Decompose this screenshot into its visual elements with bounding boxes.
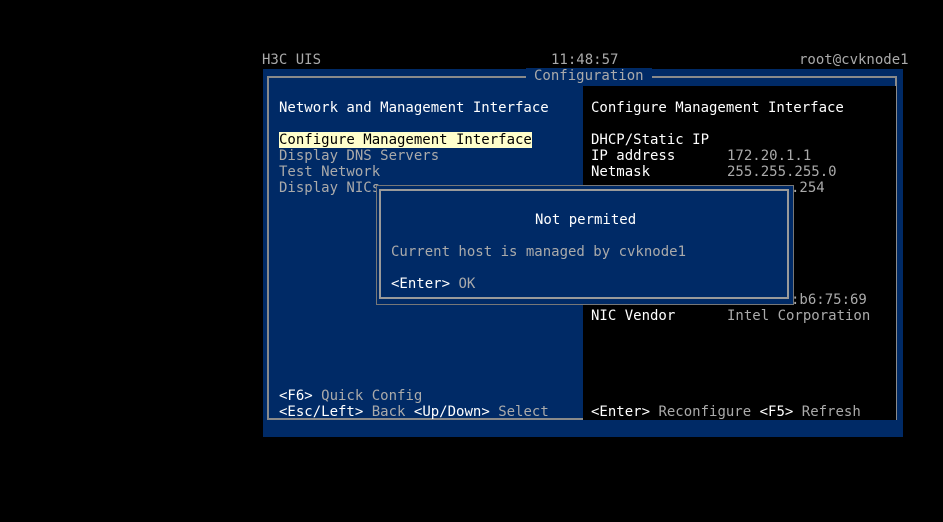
details-heading: Configure Management Interface	[591, 100, 844, 116]
netmask-label: Netmask	[591, 164, 651, 180]
dialog-title: Not permited	[535, 212, 637, 228]
mac-value-partial: :b6:75:69	[791, 292, 867, 308]
ip-address-value: 172.20.1.1	[727, 148, 812, 164]
window-title: Configuration	[526, 68, 652, 84]
f6-key: <F6>	[279, 388, 313, 404]
enter-key: <Enter>	[591, 404, 651, 420]
menu-item-display-dns-servers[interactable]: Display DNS Servers	[279, 148, 439, 164]
quick-config-label: Quick Config	[321, 388, 423, 404]
ok-label: OK	[458, 276, 476, 292]
quick-config-hint[interactable]: <F6> Quick Config	[279, 388, 422, 404]
netmask-value: 255.255.255.0	[727, 164, 837, 180]
refresh-label[interactable]: Refresh	[802, 404, 861, 420]
ip-address-label: IP address	[591, 148, 676, 164]
menu-item-test-network[interactable]: Test Network	[279, 164, 380, 180]
nic-vendor-value: Intel Corporation	[727, 308, 871, 324]
user-host: root@cvknode1	[799, 52, 909, 68]
product-name: H3C UIS	[262, 52, 322, 68]
clock: 11:48:57	[551, 52, 619, 68]
nic-vendor-label: NIC Vendor	[591, 308, 676, 324]
f5-key: <F5>	[759, 404, 794, 420]
dialog-ok-button[interactable]: <Enter> OK	[391, 276, 475, 292]
gateway-value-partial: .254	[791, 180, 825, 196]
menu-item-display-nics[interactable]: Display NICs	[279, 180, 380, 196]
menu-item-configure-management-interface[interactable]: Configure Management Interface	[279, 132, 532, 148]
dhcp-static-label: DHCP/Static IP	[591, 132, 710, 148]
enter-key-hint: <Enter>	[391, 276, 451, 292]
details-hints: <Enter> Reconfigure <F5> Refresh	[591, 404, 861, 420]
back-label: Back	[371, 404, 406, 420]
navigation-hints: <Esc/Left> Back <Up/Down> Select	[279, 404, 549, 420]
select-label: Select	[498, 404, 549, 420]
dialog-message: Current host is managed by cvknode1	[391, 244, 687, 260]
left-panel-heading: Network and Management Interface	[279, 100, 549, 116]
back-key: <Esc/Left>	[279, 404, 364, 420]
reconfigure-label[interactable]: Reconfigure	[658, 404, 751, 420]
select-key: <Up/Down>	[413, 404, 490, 420]
